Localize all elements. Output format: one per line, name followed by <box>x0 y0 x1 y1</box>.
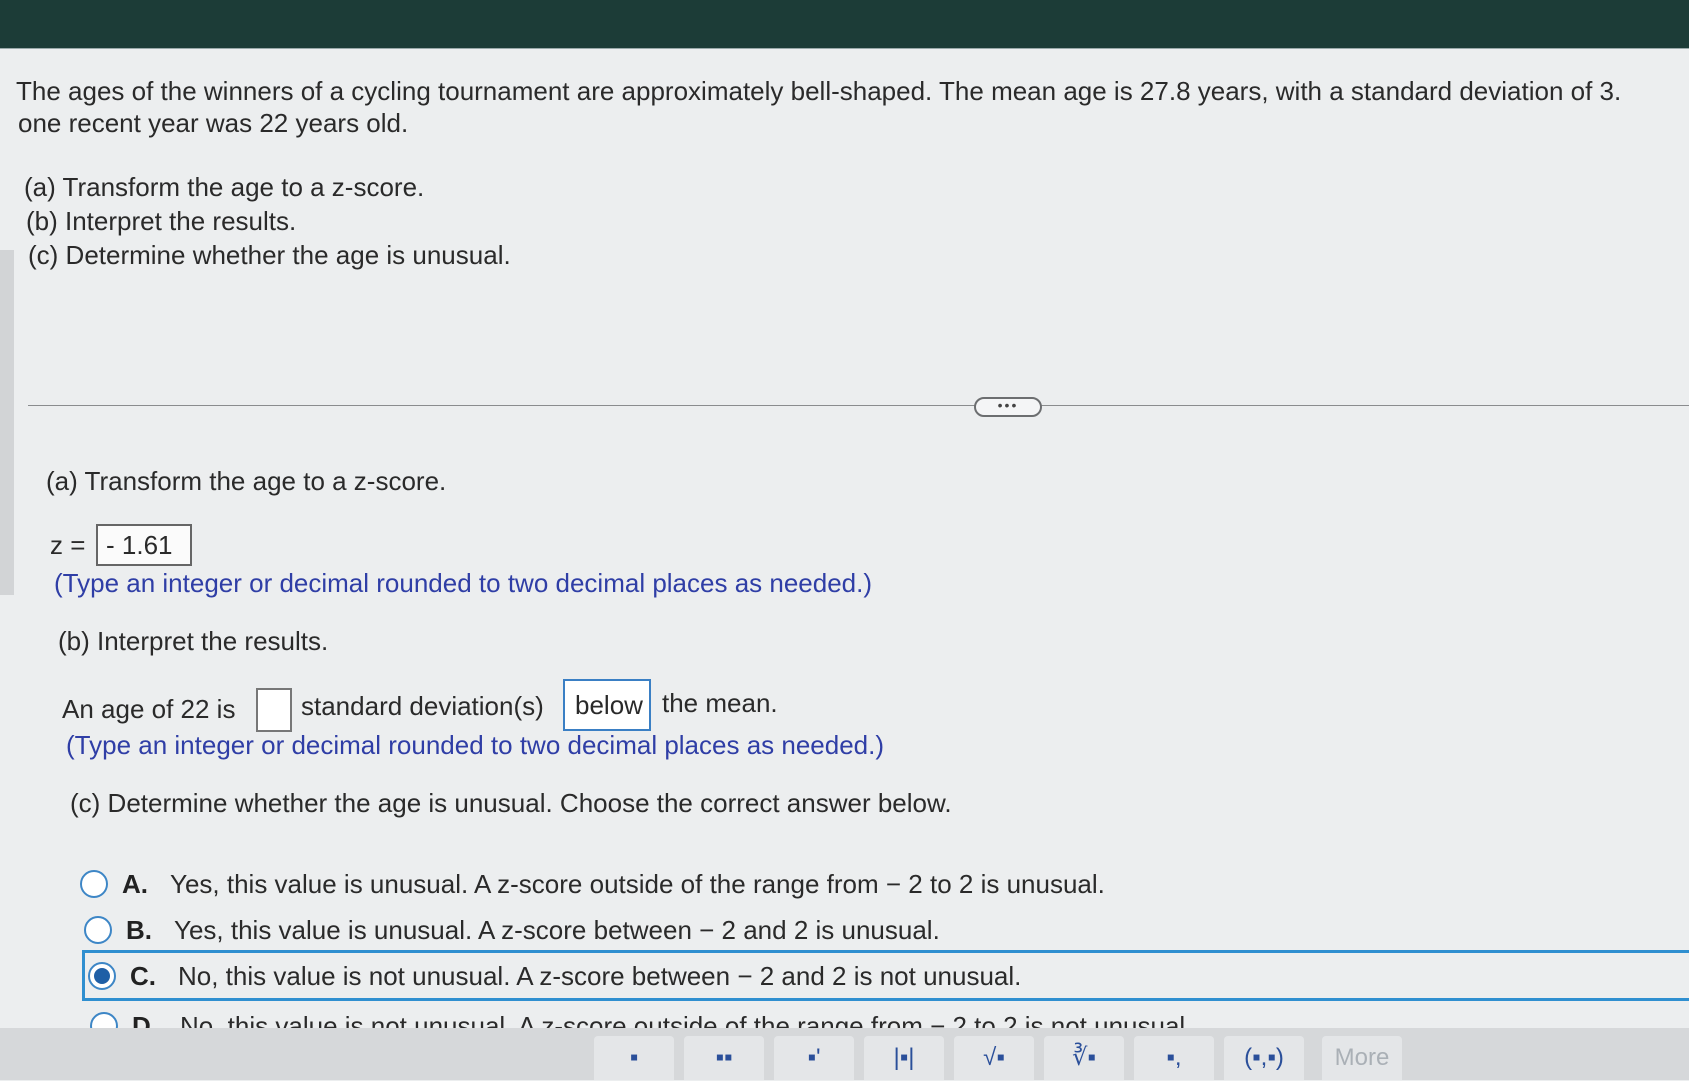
question-part-a: (a) Transform the age to a z-score. <box>24 172 425 202</box>
question-text-line1: The ages of the winners of a cycling tou… <box>16 76 1622 106</box>
direction-dropdown[interactable]: below <box>563 679 651 731</box>
z-score-value: - 1.61 <box>106 530 173 560</box>
question-part-b: (b) Interpret the results. <box>26 206 297 236</box>
section-divider <box>28 405 1689 406</box>
selected-option-border-top <box>82 950 1689 953</box>
question-part-c: (c) Determine whether the age is unusual… <box>28 240 511 270</box>
z-score-input[interactable]: - 1.61 <box>96 524 192 566</box>
absolute-value-icon[interactable]: |▪| <box>864 1036 944 1080</box>
part-b-hint: (Type an integer or decimal rounded to t… <box>66 730 885 760</box>
radio-option-a[interactable] <box>80 870 108 898</box>
part-a-hint: (Type an integer or decimal rounded to t… <box>54 568 873 598</box>
question-text-line2: one recent year was 22 years old. <box>18 108 409 138</box>
nth-root-icon[interactable]: ∛▪ <box>1044 1036 1124 1080</box>
scroll-gutter <box>0 250 14 595</box>
part-b-suffix: the mean. <box>662 688 778 718</box>
z-equals-label: z = <box>50 530 86 560</box>
answer-part-b-heading: (b) Interpret the results. <box>58 626 329 656</box>
subscript-icon[interactable]: ▪, <box>1134 1036 1214 1080</box>
square-root-icon[interactable]: √▪ <box>954 1036 1034 1080</box>
exponent-icon[interactable]: ▪' <box>774 1036 854 1080</box>
direction-dropdown-value: below <box>575 690 643 720</box>
selected-option-border-left <box>82 950 85 1001</box>
std-dev-count-input[interactable] <box>256 688 292 732</box>
radio-option-b[interactable] <box>84 916 112 944</box>
part-b-middle: standard deviation(s) <box>301 691 544 721</box>
answer-part-c-heading: (c) Determine whether the age is unusual… <box>70 788 952 818</box>
radio-option-c-selected[interactable] <box>88 962 116 990</box>
more-tools-button[interactable]: More <box>1322 1036 1402 1080</box>
fraction-icon[interactable]: ▪ <box>594 1036 674 1080</box>
mixed-number-icon[interactable]: ▪▪ <box>684 1036 764 1080</box>
expand-question-button[interactable]: ••• <box>974 397 1042 417</box>
selected-option-border-bottom <box>82 998 1689 1001</box>
answer-part-a-heading: (a) Transform the age to a z-score. <box>46 466 447 496</box>
part-b-prefix: An age of 22 is <box>62 694 236 724</box>
ordered-pair-icon[interactable]: (▪,▪) <box>1224 1036 1304 1080</box>
